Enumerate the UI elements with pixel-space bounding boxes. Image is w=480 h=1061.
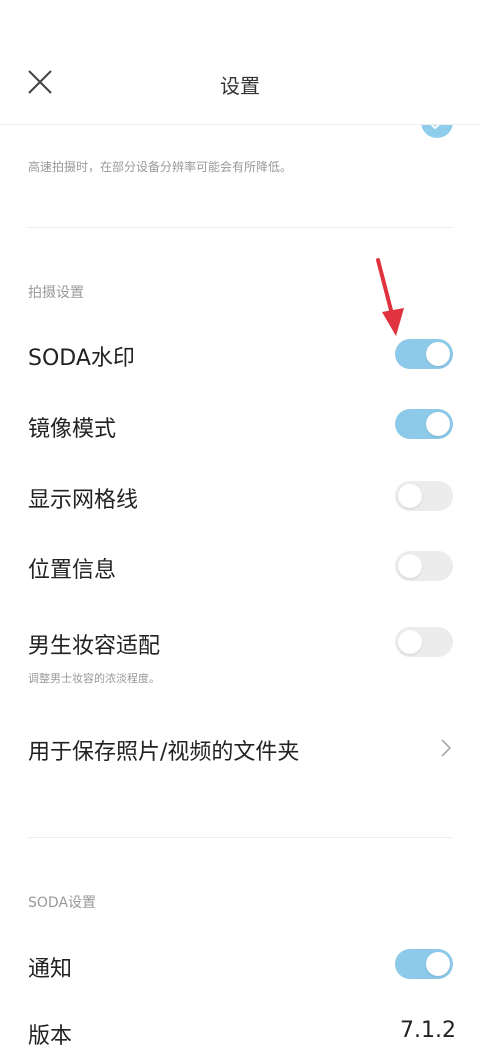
notification-toggle[interactable] [395, 949, 453, 979]
section-divider [28, 227, 452, 228]
high-speed-note: 高速拍摄时，在部分设备分辨率可能会有所降低。 [28, 160, 293, 174]
toggle-knob [398, 630, 422, 654]
header-bar: 设置 [0, 0, 480, 125]
grid-lines-label: 显示网格线 [28, 488, 139, 513]
chevron-right-icon[interactable] [438, 737, 454, 759]
soda-watermark-toggle[interactable] [395, 339, 453, 369]
male-makeup-toggle[interactable] [395, 627, 453, 657]
save-folder-label[interactable]: 用于保存照片/视频的文件夹 [28, 734, 299, 766]
mirror-mode-label: 镜像模式 [28, 417, 117, 442]
location-info-label: 位置信息 [28, 558, 117, 583]
soda-watermark-label: SODA水印 [28, 346, 135, 371]
toggle-knob [426, 412, 450, 436]
male-makeup-note: 调整男士妆容的浓淡程度。 [28, 672, 160, 685]
page-title: 设置 [220, 74, 260, 98]
toggle-knob [398, 484, 422, 508]
toggle-knob [398, 554, 422, 578]
mirror-mode-toggle[interactable] [395, 409, 453, 439]
toggle-knob [426, 952, 450, 976]
grid-lines-toggle[interactable] [395, 481, 453, 511]
notification-label: 通知 [28, 957, 73, 982]
section-label-soda: SODA设置 [28, 895, 97, 911]
version-label: 版本 [28, 1024, 73, 1049]
red-arrow-annotation-icon [368, 256, 408, 340]
toggle-knob [426, 342, 450, 366]
version-value: 7.1.2 [400, 1018, 456, 1043]
location-info-toggle[interactable] [395, 551, 453, 581]
section-label-shooting: 拍摄设置 [28, 285, 84, 301]
section-divider [28, 837, 452, 838]
male-makeup-label: 男生妆容适配 [28, 634, 161, 659]
